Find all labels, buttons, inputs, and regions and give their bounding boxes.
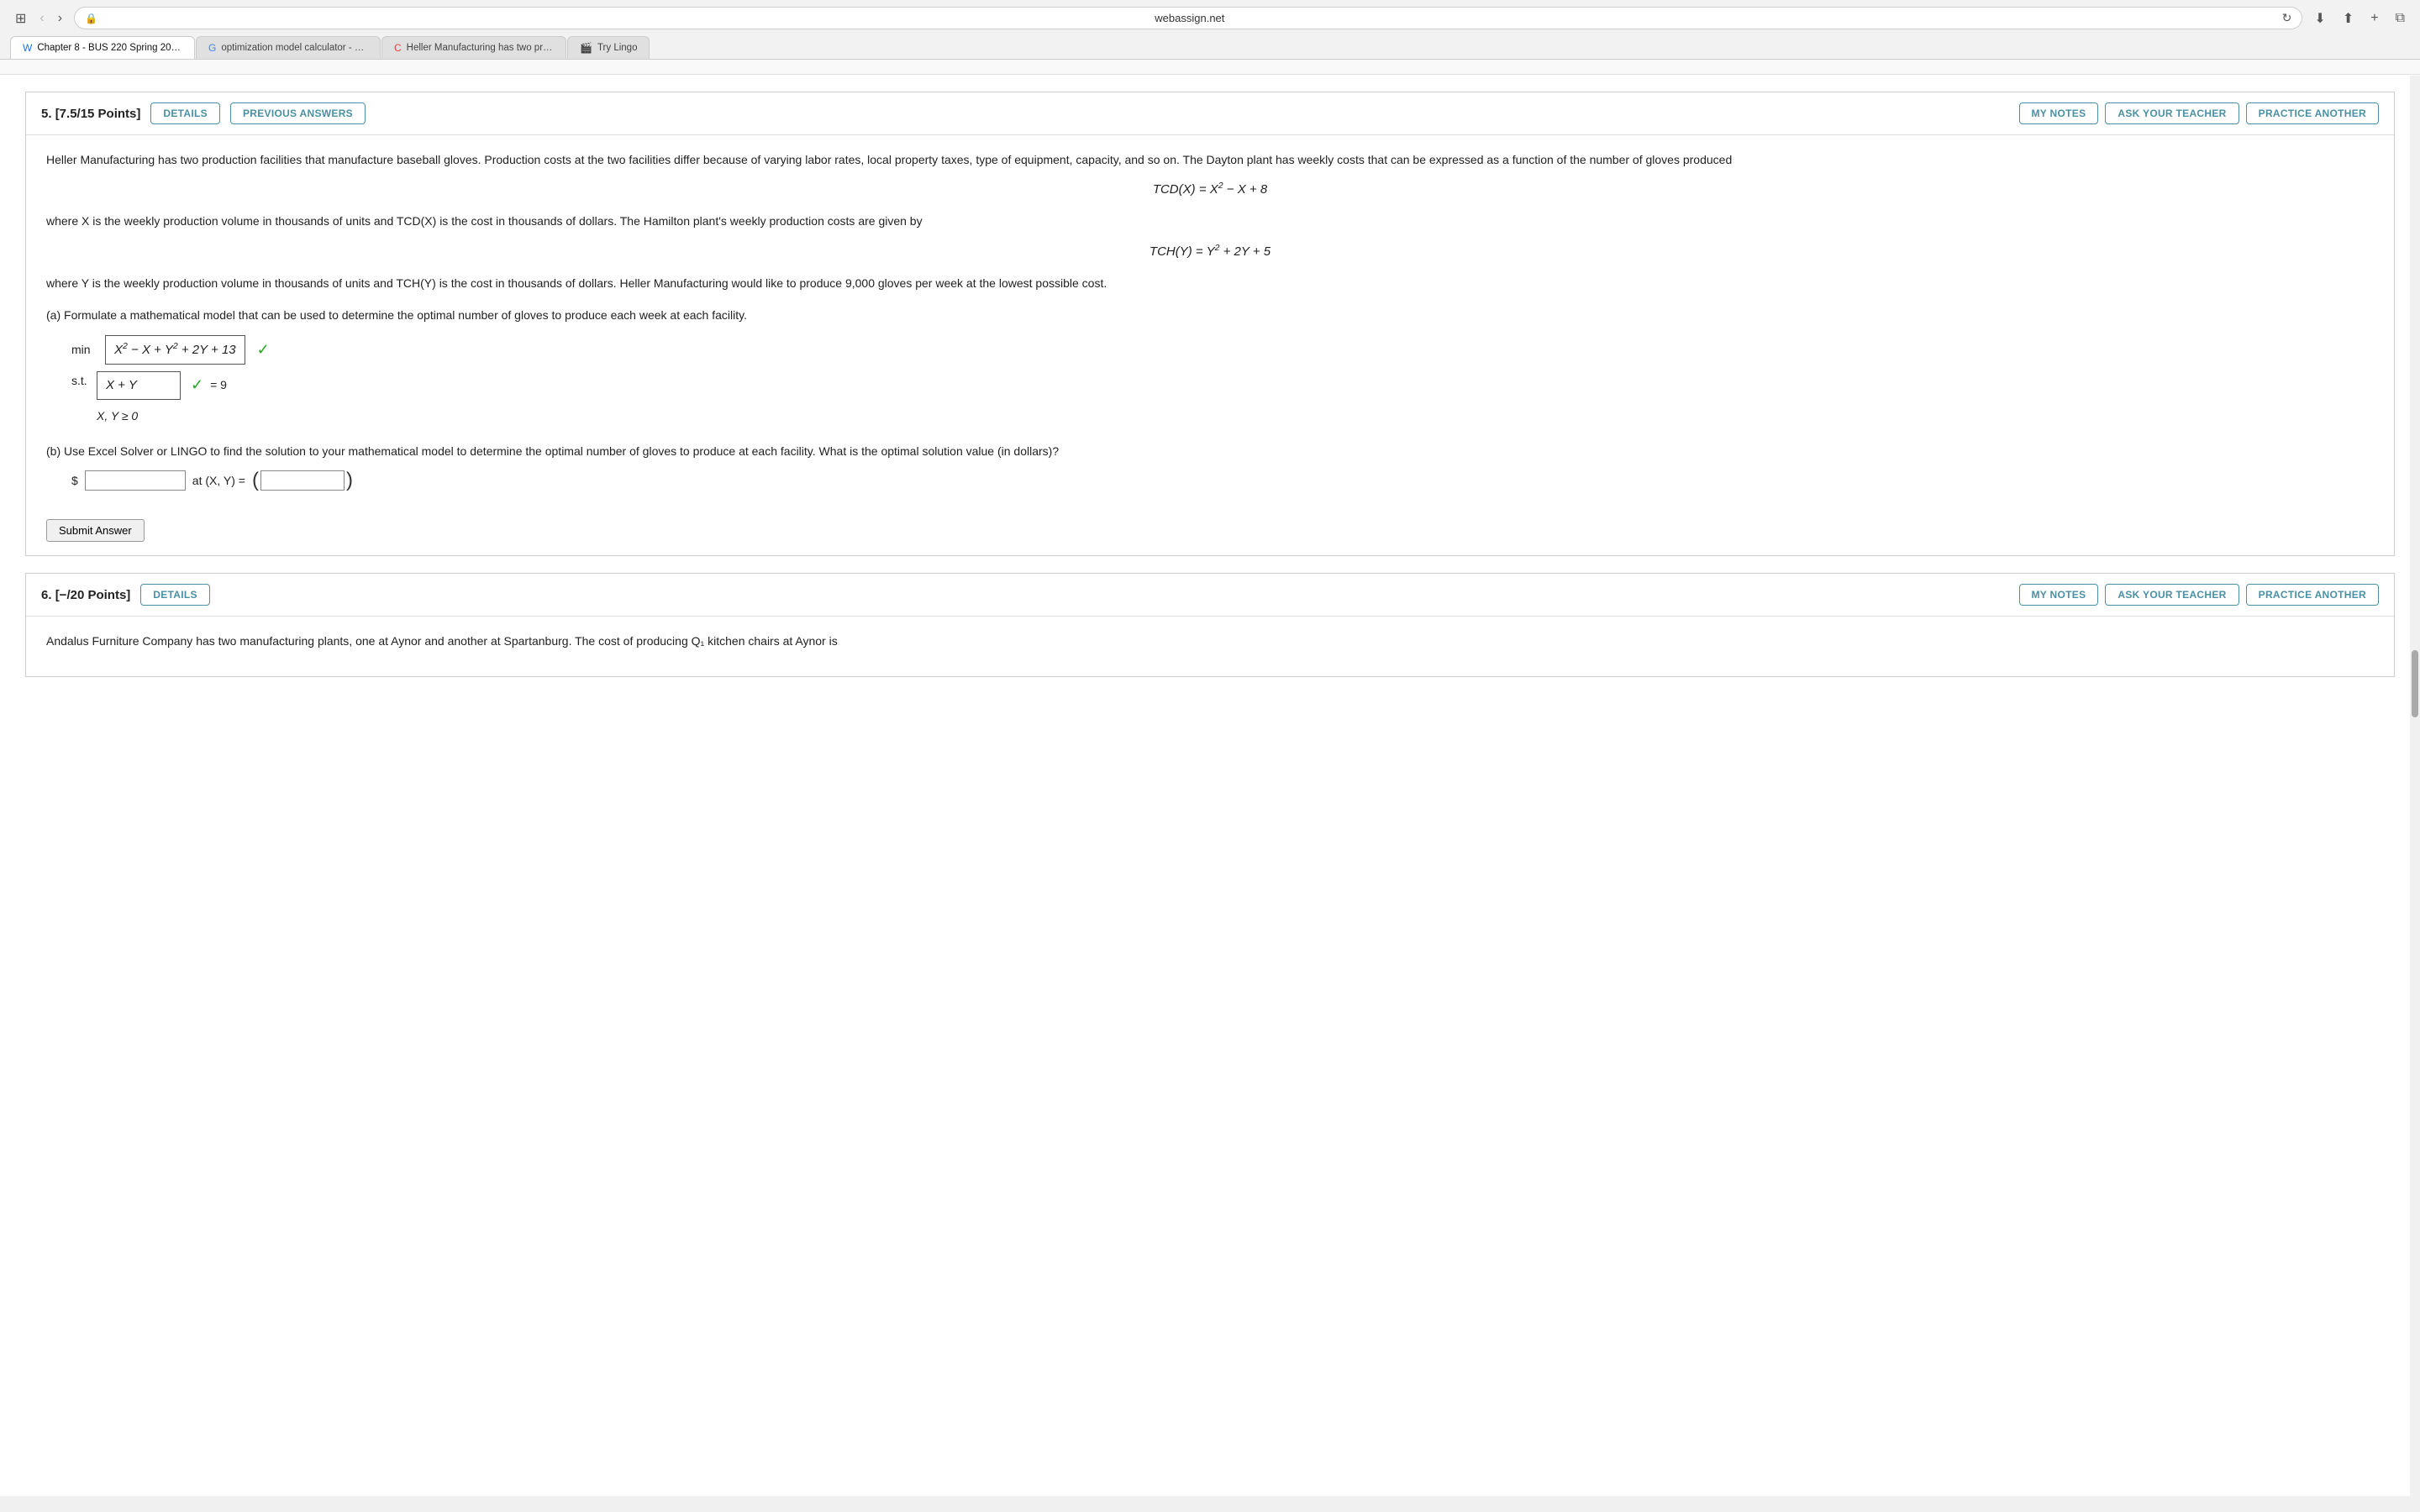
tab-google[interactable]: G optimization model calculator - Google…	[196, 36, 381, 59]
reload-btn[interactable]: ↻	[2282, 11, 2292, 25]
q5-constraint-equals: = 9	[210, 375, 227, 394]
question-6-block: 6. [−/20 Points] DETAILS MY NOTES ASK YO…	[25, 573, 2395, 676]
q5-submit-row: Submit Answer	[26, 506, 2394, 555]
tab-label-1: Chapter 8 - BUS 220 Spring 2023, section…	[37, 43, 182, 53]
q5-part-b-row: $ at (X, Y) = ( )	[71, 470, 2374, 491]
question-6-header: 6. [−/20 Points] DETAILS MY NOTES ASK YO…	[26, 574, 2394, 617]
tab-label-2: optimization model calculator - Google S…	[221, 43, 368, 53]
q5-min-label: min	[71, 340, 97, 359]
q5-problem-text-2: where X is the weekly production volume …	[46, 212, 2374, 230]
q5-problem-text-3: where Y is the weekly production volume …	[46, 274, 2374, 292]
q5-min-row: min X2 − X + Y2 + 2Y + 13 ✓	[71, 335, 2374, 365]
q6-details-btn[interactable]: DETAILS	[140, 584, 210, 606]
q5-constraint-check: ✓	[191, 373, 203, 397]
browser-actions: ⬇ ⬆ + ⧉	[2309, 8, 2410, 29]
question-5-header: 5. [7.5/15 Points] DETAILS PREVIOUS ANSW…	[26, 92, 2394, 135]
q5-dollar-sign: $	[71, 471, 78, 490]
q6-number: 6. [−/20 Points]	[41, 588, 130, 602]
q5-min-expression: X2 − X + Y2 + 2Y + 13	[105, 335, 245, 365]
nav-buttons: ⊞ ‹ ›	[10, 8, 67, 29]
q5-constraint-expression: X + Y	[97, 371, 181, 400]
lock-icon: 🔒	[85, 13, 97, 24]
tab-favicon-2: G	[208, 42, 216, 54]
q5-st-label: s.t.	[71, 371, 97, 390]
question-6-body: Andalus Furniture Company has two manufa…	[26, 617, 2394, 675]
tab-chapter8[interactable]: W Chapter 8 - BUS 220 Spring 2023, secti…	[10, 36, 195, 59]
tab-favicon-1: W	[23, 42, 32, 54]
scrollbar[interactable]	[2410, 76, 2420, 1512]
content-area: 5. [7.5/15 Points] DETAILS PREVIOUS ANSW…	[0, 60, 2420, 1496]
q5-practice-btn[interactable]: PRACTICE ANOTHER	[2246, 102, 2379, 124]
q5-constraint-row: X + Y ✓ = 9	[97, 371, 227, 400]
q5-open-paren: (	[252, 470, 259, 491]
q5-st-content: X + Y ✓ = 9	[97, 371, 227, 400]
q5-hamilton-formula: TCH(Y) = Y2 + 2Y + 5	[46, 241, 2374, 262]
q5-dayton-formula: TCD(X) = X2 − X + 8	[46, 179, 2374, 200]
q5-close-paren: )	[346, 470, 353, 491]
tab-label-3: Heller Manufacturing has two production …	[407, 43, 554, 53]
extensions-btn[interactable]: ⧉	[2391, 9, 2410, 28]
q5-part-a-label: (a) Formulate a mathematical model that …	[46, 306, 2374, 324]
scrollbar-thumb[interactable]	[2412, 650, 2418, 717]
q6-header-right: MY NOTES ASK YOUR TEACHER PRACTICE ANOTH…	[2019, 584, 2379, 606]
q5-number: 5. [7.5/15 Points]	[41, 107, 140, 121]
q5-dollar-input[interactable]	[85, 470, 186, 491]
url-text: webassign.net	[103, 12, 2277, 24]
q5-st-row: s.t. X + Y ✓ = 9	[71, 371, 2374, 400]
q5-at-xy-label: at (X, Y) =	[192, 471, 245, 490]
q6-my-notes-btn[interactable]: MY NOTES	[2019, 584, 2099, 606]
share-btn[interactable]: ⬆	[2338, 8, 2359, 29]
q5-xy-input[interactable]	[260, 470, 345, 491]
download-btn[interactable]: ⬇	[2309, 8, 2330, 29]
q5-part-b: (b) Use Excel Solver or LINGO to find th…	[46, 442, 2374, 491]
tab-favicon-4: 🎬	[580, 42, 592, 54]
question-5-block: 5. [7.5/15 Points] DETAILS PREVIOUS ANSW…	[25, 92, 2395, 556]
tab-lingo[interactable]: 🎬 Try Lingo	[567, 36, 650, 59]
tab-favicon-3: C	[394, 42, 402, 54]
q5-part-b-label: (b) Use Excel Solver or LINGO to find th…	[46, 442, 2374, 460]
q6-problem-text: Andalus Furniture Company has two manufa…	[46, 632, 2374, 650]
q5-ask-teacher-btn[interactable]: ASK YOUR TEACHER	[2105, 102, 2238, 124]
sidebar-toggle-btn[interactable]: ⊞	[10, 8, 31, 29]
new-tab-btn[interactable]: +	[2365, 9, 2383, 28]
q5-header-right: MY NOTES ASK YOUR TEACHER PRACTICE ANOTH…	[2019, 102, 2379, 124]
q5-prev-answers-btn[interactable]: PREVIOUS ANSWERS	[230, 102, 366, 124]
q5-nonneg: X, Y ≥ 0	[97, 407, 2374, 425]
q5-submit-btn[interactable]: Submit Answer	[46, 519, 145, 542]
browser-tabs: W Chapter 8 - BUS 220 Spring 2023, secti…	[10, 36, 2410, 59]
tab-heller[interactable]: C Heller Manufacturing has two productio…	[381, 36, 566, 59]
q5-details-btn[interactable]: DETAILS	[150, 102, 220, 124]
q5-problem-text-1: Heller Manufacturing has two production …	[46, 150, 2374, 169]
q5-min-check: ✓	[257, 338, 270, 362]
browser-chrome: ⊞ ‹ › 🔒 webassign.net ↻ ⬇ ⬆ + ⧉ W Chapte…	[0, 0, 2420, 60]
q6-ask-teacher-btn[interactable]: ASK YOUR TEACHER	[2105, 584, 2238, 606]
back-btn[interactable]: ‹	[34, 9, 49, 28]
address-bar[interactable]: 🔒 webassign.net ↻	[74, 7, 2302, 29]
forward-btn[interactable]: ›	[53, 9, 67, 28]
top-bar	[0, 60, 2420, 75]
q6-practice-btn[interactable]: PRACTICE ANOTHER	[2246, 584, 2379, 606]
question-5-body: Heller Manufacturing has two production …	[26, 135, 2394, 506]
q5-my-notes-btn[interactable]: MY NOTES	[2019, 102, 2099, 124]
tab-label-4: Try Lingo	[597, 43, 638, 53]
q5-paren-group: ( )	[252, 470, 353, 491]
browser-top-bar: ⊞ ‹ › 🔒 webassign.net ↻ ⬇ ⬆ + ⧉	[10, 7, 2410, 29]
